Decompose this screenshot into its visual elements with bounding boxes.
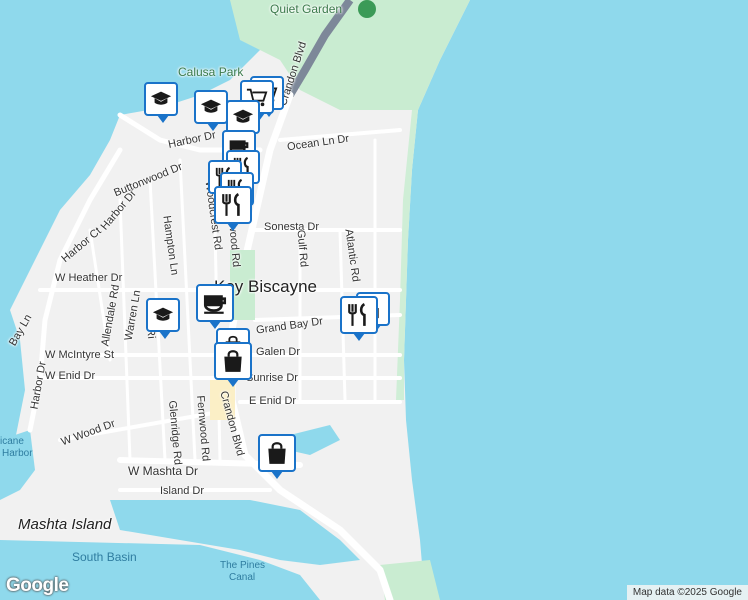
shopping-marker[interactable] <box>214 342 252 387</box>
calusa-park-label: Calusa Park <box>178 65 244 79</box>
mashta-island-label: Mashta Island <box>18 516 112 533</box>
w-mcintyre-st-label: W McIntyre St <box>45 349 115 361</box>
coffee-cup-icon <box>202 290 228 316</box>
graduation-cap-icon <box>232 106 254 128</box>
school-marker[interactable] <box>144 82 178 123</box>
graduation-cap-icon <box>200 96 222 118</box>
school-marker[interactable] <box>146 298 180 339</box>
harbor-label: Harbor <box>2 448 33 459</box>
sonesta-dr-label: Sonesta Dr <box>264 221 320 233</box>
w-heather-dr-label: W Heather Dr <box>55 272 123 284</box>
fork-knife-icon <box>346 302 372 328</box>
restaurant-marker[interactable] <box>214 186 252 231</box>
the-pines-label: The Pines <box>220 560 266 571</box>
school-marker[interactable] <box>194 90 228 131</box>
quiet-garden-label: Quiet Garden <box>270 2 343 16</box>
graduation-cap-icon <box>150 88 172 110</box>
gulf-rd-label: Gulf Rd <box>294 229 310 268</box>
shopping-marker[interactable] <box>258 434 296 479</box>
map-attribution[interactable]: Map data ©2025 Google <box>626 585 748 600</box>
sunrise-dr-label: Sunrise Dr <box>246 372 298 384</box>
cafe-marker[interactable] <box>196 284 234 329</box>
restaurant-marker[interactable] <box>340 296 378 341</box>
galen-dr-label: Galen Dr <box>256 346 301 358</box>
shopping-bag-icon <box>264 440 290 466</box>
island-dr-label: Island Dr <box>160 485 205 497</box>
fork-knife-icon <box>220 192 246 218</box>
e-enid-dr-label: E Enid Dr <box>249 395 297 407</box>
school-marker[interactable] <box>226 100 260 141</box>
canal-label: Canal <box>229 572 256 583</box>
w-mashta-dr-label: W Mashta Dr <box>128 464 199 478</box>
south-basin-label: South Basin <box>72 550 137 564</box>
flower-icon <box>358 0 376 18</box>
shopping-bag-icon <box>220 348 246 374</box>
w-enid-dr-label: W Enid Dr <box>45 370 96 382</box>
graduation-cap-icon <box>152 304 174 326</box>
google-logo[interactable]: Google <box>6 575 69 597</box>
hurricane-label: icane <box>0 436 24 447</box>
